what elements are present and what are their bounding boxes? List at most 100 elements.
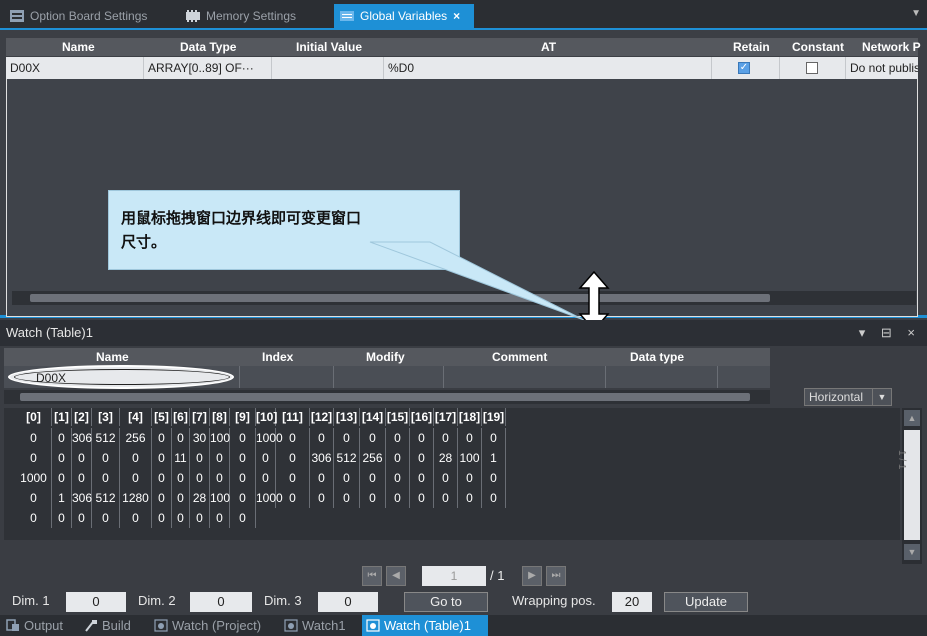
col-network[interactable]: Network P bbox=[862, 40, 921, 54]
col-comment[interactable]: Comment bbox=[492, 350, 547, 364]
cell-name[interactable]: D00X bbox=[6, 57, 144, 79]
grid-cell[interactable]: 100 bbox=[210, 428, 230, 448]
chevron-down-icon[interactable]: ▼ bbox=[911, 8, 921, 19]
grid-cell[interactable]: 0 bbox=[190, 508, 210, 528]
grid-cell[interactable]: 100 bbox=[458, 448, 482, 468]
grid-cell[interactable]: 0 bbox=[16, 488, 52, 508]
grid-cell[interactable]: 0 bbox=[310, 428, 334, 448]
grid-cell[interactable]: 0 bbox=[276, 448, 310, 468]
grid-cell[interactable]: 0 bbox=[120, 448, 152, 468]
grid-cell[interactable]: 0 bbox=[152, 488, 172, 508]
cell-retain[interactable]: ✓ bbox=[712, 57, 780, 79]
goto-button[interactable]: Go to bbox=[404, 592, 488, 612]
grid-cell[interactable]: 1 bbox=[52, 488, 72, 508]
col-modify[interactable]: Modify bbox=[366, 350, 405, 364]
constant-checkbox[interactable] bbox=[806, 62, 818, 74]
table-row[interactable]: D00X ARRAY[0..89] OF··· %D0 ✓ Do not pub… bbox=[6, 57, 918, 79]
watch-hscroll[interactable] bbox=[4, 390, 770, 404]
grid-cell[interactable]: 0 bbox=[72, 508, 92, 528]
update-button[interactable]: Update bbox=[664, 592, 748, 612]
vertical-scrollbar[interactable]: ▲ 1 / 1 ▼ bbox=[896, 408, 922, 564]
col-name[interactable]: Name bbox=[96, 350, 129, 364]
grid-cell[interactable]: 512 bbox=[92, 428, 120, 448]
scrollbar-thumb[interactable]: 1 / 1 bbox=[896, 430, 920, 540]
tab-output[interactable]: Output bbox=[2, 615, 76, 636]
grid-cell[interactable]: 306 bbox=[310, 448, 334, 468]
grid-cell[interactable]: 0 bbox=[16, 428, 52, 448]
grid-cell[interactable]: 0 bbox=[276, 468, 310, 488]
grid-cell[interactable]: 306 bbox=[72, 428, 92, 448]
grid-cell[interactable]: 0 bbox=[482, 468, 506, 488]
wrapping-input[interactable]: 20 bbox=[612, 592, 652, 612]
grid-cell[interactable]: 0 bbox=[92, 468, 120, 488]
grid-cell[interactable]: 0 bbox=[72, 468, 92, 488]
grid-cell[interactable]: 1000 bbox=[16, 468, 52, 488]
grid-cell[interactable]: 0 bbox=[386, 468, 410, 488]
cell-initial-value[interactable] bbox=[272, 57, 384, 79]
grid-cell[interactable]: 0 bbox=[334, 468, 360, 488]
chevron-down-icon[interactable]: ▼ bbox=[872, 389, 891, 405]
prev-page-icon[interactable]: ◀ bbox=[386, 566, 406, 586]
next-page-icon[interactable]: ▶ bbox=[522, 566, 542, 586]
grid-cell[interactable]: 0 bbox=[230, 448, 256, 468]
grid-cell[interactable]: 0 bbox=[310, 468, 334, 488]
grid-cell[interactable]: 0 bbox=[458, 468, 482, 488]
grid-cell[interactable]: 0 bbox=[434, 488, 458, 508]
grid-cell[interactable]: 1280 bbox=[120, 488, 152, 508]
grid-cell[interactable]: 1000 bbox=[256, 488, 283, 508]
close-icon[interactable]: × bbox=[453, 9, 460, 23]
cell-data-type[interactable]: ARRAY[0..89] OF··· bbox=[144, 57, 272, 79]
grid-cell[interactable]: 512 bbox=[92, 488, 120, 508]
grid-cell[interactable]: 0 bbox=[334, 488, 360, 508]
grid-cell[interactable]: 0 bbox=[434, 468, 458, 488]
tab-option-board-settings[interactable]: Option Board Settings bbox=[4, 4, 174, 28]
grid-cell[interactable]: 0 bbox=[52, 448, 72, 468]
tab-build[interactable]: Build bbox=[80, 615, 146, 636]
grid-cell[interactable]: 0 bbox=[210, 468, 230, 488]
col-initial-value[interactable]: Initial Value bbox=[296, 40, 362, 54]
cell-data-type[interactable] bbox=[606, 366, 718, 388]
grid-cell[interactable]: 0 bbox=[256, 468, 276, 488]
tab-watch-project[interactable]: Watch (Project) bbox=[150, 615, 276, 636]
grid-cell[interactable]: 256 bbox=[360, 448, 386, 468]
grid-cell[interactable]: 0 bbox=[230, 488, 256, 508]
scroll-down-icon[interactable]: ▼ bbox=[904, 544, 920, 560]
grid-cell[interactable]: 0 bbox=[434, 428, 458, 448]
dim1-input[interactable]: 0 bbox=[66, 592, 126, 612]
grid-cell[interactable]: 11 bbox=[172, 448, 190, 468]
cell-network[interactable]: Do not publis bbox=[846, 57, 918, 79]
grid-cell[interactable]: 0 bbox=[92, 508, 120, 528]
name-value[interactable]: D00X bbox=[36, 371, 66, 385]
col-data-type[interactable]: Data type bbox=[630, 350, 684, 364]
tab-memory-settings[interactable]: Memory Settings bbox=[180, 4, 330, 28]
grid-cell[interactable]: 0 bbox=[360, 488, 386, 508]
grid-cell[interactable]: 0 bbox=[172, 468, 190, 488]
page-input[interactable]: 1 bbox=[422, 566, 486, 586]
cell-constant[interactable] bbox=[780, 57, 846, 79]
tab-watch1[interactable]: Watch1 bbox=[280, 615, 358, 636]
col-retain[interactable]: Retain bbox=[733, 40, 770, 54]
cell-comment[interactable] bbox=[444, 366, 606, 388]
grid-cell[interactable]: 0 bbox=[172, 488, 190, 508]
grid-cell[interactable]: 306 bbox=[72, 488, 92, 508]
grid-cell[interactable]: 0 bbox=[334, 428, 360, 448]
cell-modify[interactable] bbox=[334, 366, 444, 388]
grid-cell[interactable]: 0 bbox=[256, 448, 276, 468]
grid-cell[interactable]: 0 bbox=[410, 488, 434, 508]
grid-cell[interactable]: 0 bbox=[52, 428, 72, 448]
grid-cell[interactable]: 1 bbox=[482, 448, 506, 468]
scrollbar-thumb[interactable] bbox=[20, 393, 750, 401]
grid-cell[interactable]: 0 bbox=[92, 448, 120, 468]
grid-cell[interactable]: 256 bbox=[120, 428, 152, 448]
cell-at[interactable]: %D0 bbox=[384, 57, 712, 79]
grid-cell[interactable]: 0 bbox=[482, 488, 506, 508]
grid-cell[interactable]: 0 bbox=[276, 428, 310, 448]
grid-cell[interactable]: 0 bbox=[16, 448, 52, 468]
grid-cell[interactable]: 0 bbox=[410, 468, 434, 488]
col-name[interactable]: Name bbox=[62, 40, 95, 54]
grid-cell[interactable]: 0 bbox=[458, 488, 482, 508]
grid-cell[interactable]: 100 bbox=[210, 488, 230, 508]
dim3-input[interactable]: 0 bbox=[318, 592, 378, 612]
col-index[interactable]: Index bbox=[262, 350, 293, 364]
grid-cell[interactable]: 0 bbox=[230, 468, 256, 488]
